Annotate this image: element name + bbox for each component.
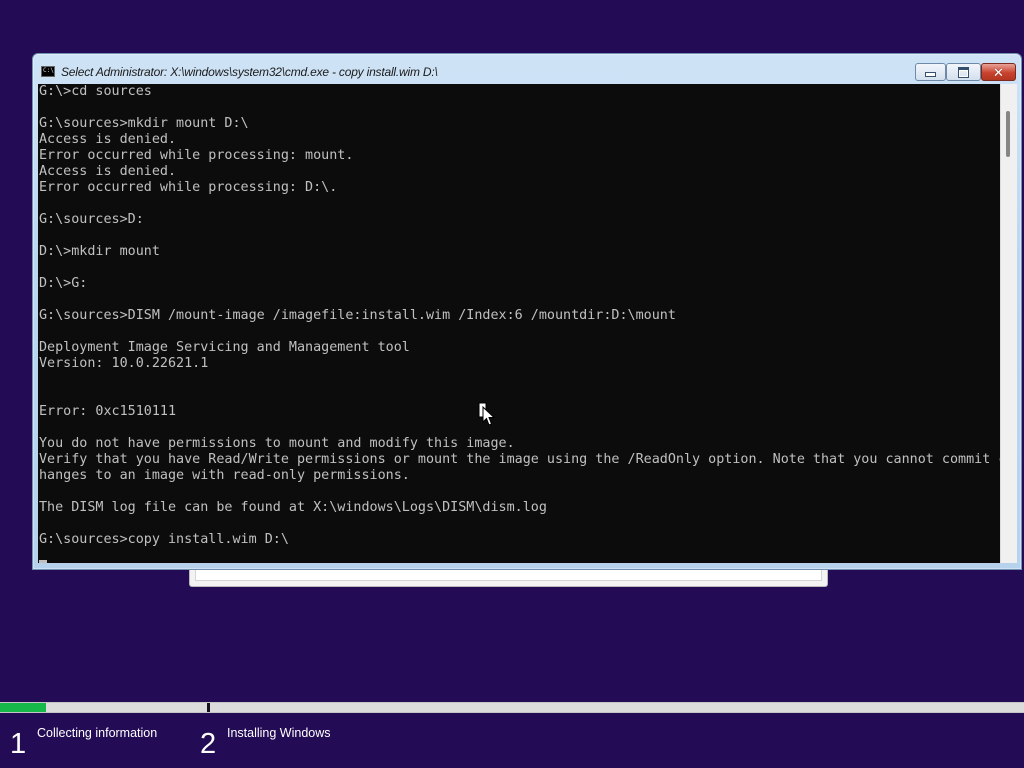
cmd-app-icon[interactable]: C:\ bbox=[41, 66, 55, 77]
maximize-button[interactable] bbox=[946, 63, 981, 81]
console-line: hanges to an image with read-only permis… bbox=[39, 468, 410, 483]
close-button[interactable]: ✕ bbox=[981, 63, 1016, 81]
console-line: You do not have permissions to mount and… bbox=[39, 436, 515, 451]
cmd-titlebar[interactable]: C:\ Select Administrator: X:\windows\sys… bbox=[33, 54, 1021, 84]
console-line: The DISM log file can be found at X:\win… bbox=[39, 500, 547, 515]
text-cursor bbox=[39, 560, 47, 563]
console-line: G:\sources>mkdir mount D:\ bbox=[39, 116, 249, 131]
setup-screen: { "window": { "title": "Select Administr… bbox=[0, 0, 1024, 768]
setup-progress-fill bbox=[0, 703, 47, 712]
step-label: Collecting information bbox=[37, 726, 158, 740]
console-line: Error occurred while processing: mount. bbox=[39, 148, 354, 163]
step-label: Installing Windows bbox=[227, 726, 331, 740]
minimize-icon bbox=[925, 72, 936, 77]
console-line: Error: 0xc1510111 bbox=[39, 404, 177, 419]
console-line: Access is denied. bbox=[39, 164, 177, 179]
step-number: 1 bbox=[10, 728, 27, 760]
progress-step-divider bbox=[207, 703, 210, 712]
step-number: 2 bbox=[200, 728, 217, 760]
scrollbar-thumb[interactable] bbox=[1006, 111, 1010, 157]
console-text: G:\>cd sources G:\sources>mkdir mount D:\… bbox=[38, 84, 1000, 548]
console-line: Deployment Image Servicing and Managemen… bbox=[39, 340, 410, 355]
minimize-button[interactable] bbox=[915, 63, 946, 81]
console-line: G:\sources>copy install.wim D:\ bbox=[39, 532, 289, 547]
console-line: G:\>cd sources bbox=[39, 84, 152, 99]
cmd-window[interactable]: C:\ Select Administrator: X:\windows\sys… bbox=[32, 53, 1022, 570]
console-line: Access is denied. bbox=[39, 132, 177, 147]
console-line: D:\>mkdir mount bbox=[39, 244, 160, 259]
maximize-icon bbox=[958, 66, 969, 78]
setup-dialog-edge bbox=[189, 568, 828, 587]
console-line: D:\>G: bbox=[39, 276, 88, 291]
console-scrollbar[interactable] bbox=[1000, 84, 1017, 563]
window-title: Select Administrator: X:\windows\system3… bbox=[61, 65, 438, 79]
console-line: Error occurred while processing: D:\. bbox=[39, 180, 338, 195]
console-line: Version: 10.0.22621.1 bbox=[39, 356, 209, 371]
close-icon: ✕ bbox=[993, 64, 1004, 80]
mouse-pointer-icon bbox=[478, 402, 496, 426]
console-line: Verify that you have Read/Write permissi… bbox=[39, 452, 1000, 467]
console-line: G:\sources>DISM /mount-image /imagefile:… bbox=[39, 308, 676, 323]
console-line: G:\sources>D: bbox=[39, 212, 144, 227]
setup-progress-bar bbox=[0, 702, 1024, 713]
console-output[interactable]: G:\>cd sources G:\sources>mkdir mount D:\… bbox=[38, 84, 1000, 563]
cmd-app-icon-text: C:\ bbox=[43, 67, 54, 74]
